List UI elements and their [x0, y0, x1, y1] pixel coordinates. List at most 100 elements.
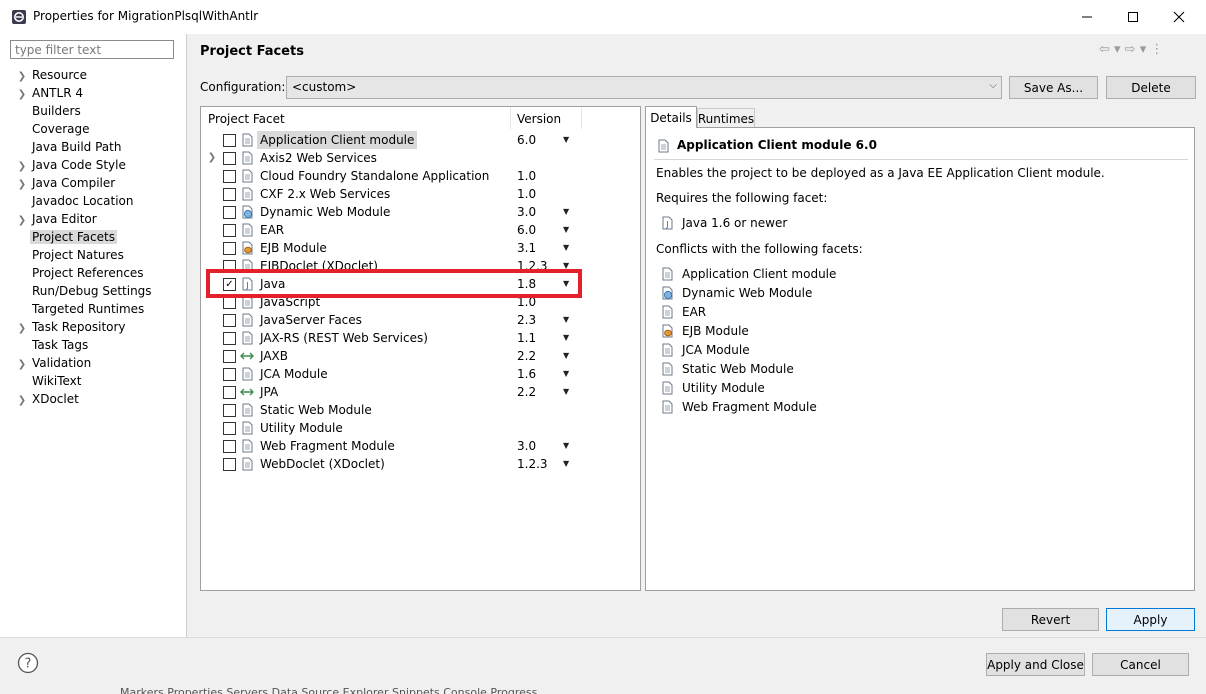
sidebar-item[interactable]: Project Facets [14, 228, 117, 246]
facet-version[interactable]: 3.0 [517, 203, 536, 221]
required-facet-label: Java 1.6 or newer [682, 216, 788, 230]
history-nav-icons[interactable]: ⇦ ▾ ⇨ ▾ ⋮ [1099, 42, 1163, 57]
sidebar-item[interactable]: Project Natures [14, 246, 126, 264]
facet-row[interactable]: EAR 6.0 ▼ [201, 221, 640, 239]
facet-checkbox[interactable] [223, 440, 236, 453]
revert-button[interactable]: Revert [1002, 608, 1099, 631]
facet-version[interactable]: 1.0 [517, 185, 536, 203]
facet-row[interactable]: JAX-RS (REST Web Services) 1.1 ▼ [201, 329, 640, 347]
facet-version[interactable]: 3.0 [517, 437, 536, 455]
sidebar-item[interactable]: ❯ Java Editor [14, 210, 99, 228]
facet-name: Utility Module [260, 421, 343, 435]
facet-checkbox[interactable] [223, 386, 236, 399]
facet-version[interactable]: 2.2 [517, 347, 536, 365]
configuration-select[interactable]: <custom> ⌵ [286, 76, 1002, 99]
sidebar-item[interactable]: ❯ XDoclet [14, 390, 81, 408]
version-dropdown-icon[interactable]: ▼ [563, 239, 569, 257]
sidebar-item[interactable]: Project References [14, 264, 146, 282]
filter-input[interactable]: type filter text [10, 40, 174, 59]
facet-checkbox[interactable] [223, 422, 236, 435]
sidebar-item[interactable]: Targeted Runtimes [14, 300, 146, 318]
sidebar-item[interactable]: Javadoc Location [14, 192, 135, 210]
facet-row[interactable]: Cloud Foundry Standalone Application 1.0 [201, 167, 640, 185]
sidebar-item[interactable]: WikiText [14, 372, 84, 390]
minimize-icon [1082, 16, 1092, 18]
facet-row[interactable]: WebDoclet (XDoclet) 1.2.3 ▼ [201, 455, 640, 473]
chevron-right-icon[interactable]: ❯ [207, 149, 217, 167]
version-dropdown-icon[interactable]: ▼ [563, 455, 569, 473]
facet-version[interactable]: 1.2.3 [517, 455, 548, 473]
sidebar-item[interactable]: ❯ Java Compiler [14, 174, 117, 192]
facet-row[interactable]: JCA Module 1.6 ▼ [201, 365, 640, 383]
facet-row[interactable]: CXF 2.x Web Services 1.0 [201, 185, 640, 203]
version-dropdown-icon[interactable]: ▼ [563, 365, 569, 383]
maximize-button[interactable] [1110, 0, 1156, 34]
facet-version[interactable]: 2.3 [517, 311, 536, 329]
facet-row[interactable]: Static Web Module [201, 401, 640, 419]
facet-row[interactable]: EJB Module 3.1 ▼ [201, 239, 640, 257]
facet-row[interactable]: Application Client module 6.0 ▼ [201, 131, 640, 149]
facet-row[interactable]: JAXB 2.2 ▼ [201, 347, 640, 365]
version-dropdown-icon[interactable]: ▼ [563, 383, 569, 401]
version-dropdown-icon[interactable]: ▼ [563, 203, 569, 221]
facet-checkbox[interactable] [223, 188, 236, 201]
facet-version[interactable]: 6.0 [517, 131, 536, 149]
facet-checkbox[interactable] [223, 404, 236, 417]
facet-checkbox[interactable] [223, 314, 236, 327]
facet-row[interactable]: Dynamic Web Module 3.0 ▼ [201, 203, 640, 221]
sidebar-item[interactable]: Run/Debug Settings [14, 282, 154, 300]
facet-version[interactable]: 1.1 [517, 329, 536, 347]
facet-version[interactable]: 1.0 [517, 167, 536, 185]
version-dropdown-icon[interactable]: ▼ [563, 131, 569, 149]
apply-button[interactable]: Apply [1106, 608, 1195, 631]
facet-checkbox[interactable] [223, 332, 236, 345]
close-button[interactable] [1156, 0, 1202, 34]
facet-checkbox[interactable] [223, 206, 236, 219]
facet-row[interactable]: Utility Module [201, 419, 640, 437]
tab-details[interactable]: Details [645, 106, 697, 128]
sidebar-item[interactable]: Java Build Path [14, 138, 123, 156]
facet-version[interactable]: 3.1 [517, 239, 536, 257]
sidebar-item[interactable]: ❯ ANTLR 4 [14, 84, 85, 102]
facet-checkbox[interactable] [223, 458, 236, 471]
cancel-button[interactable]: Cancel [1092, 653, 1189, 676]
version-dropdown-icon[interactable]: ▼ [563, 311, 569, 329]
facet-checkbox[interactable] [223, 152, 236, 165]
close-icon [1173, 11, 1185, 23]
facet-version[interactable]: 2.2 [517, 383, 536, 401]
save-as-button[interactable]: Save As... [1009, 76, 1098, 99]
version-dropdown-icon[interactable]: ▼ [563, 221, 569, 239]
delete-button[interactable]: Delete [1106, 76, 1196, 99]
required-facet-item: J Java 1.6 or newer [660, 214, 787, 232]
facet-checkbox[interactable] [223, 242, 236, 255]
facet-row[interactable]: JavaServer Faces 2.3 ▼ [201, 311, 640, 329]
sidebar-item[interactable]: Builders [14, 102, 83, 120]
facet-checkbox[interactable] [223, 368, 236, 381]
chevron-right-icon[interactable]: ❯ [14, 392, 30, 410]
version-dropdown-icon[interactable]: ▼ [563, 437, 569, 455]
sidebar-item[interactable]: ❯ Validation [14, 354, 93, 372]
facet-checkbox[interactable] [223, 224, 236, 237]
version-dropdown-icon[interactable]: ▼ [563, 347, 569, 365]
facet-checkbox[interactable] [223, 170, 236, 183]
column-header-version[interactable]: Version [517, 112, 561, 126]
facet-checkbox[interactable] [223, 134, 236, 147]
facet-row[interactable]: Web Fragment Module 3.0 ▼ [201, 437, 640, 455]
sidebar-item[interactable]: ❯ Resource [14, 66, 89, 84]
facet-version[interactable]: 6.0 [517, 221, 536, 239]
sidebar-item[interactable]: ❯ Task Repository [14, 318, 128, 336]
facet-row[interactable]: ❯ Axis2 Web Services [201, 149, 640, 167]
sidebar-item[interactable]: ❯ Java Code Style [14, 156, 128, 174]
facet-checkbox[interactable] [223, 350, 236, 363]
minimize-button[interactable] [1064, 0, 1110, 34]
doc-icon [660, 381, 674, 395]
sidebar-item[interactable]: Coverage [14, 120, 92, 138]
version-dropdown-icon[interactable]: ▼ [563, 329, 569, 347]
apply-and-close-button[interactable]: Apply and Close [986, 653, 1085, 676]
facet-row[interactable]: JPA 2.2 ▼ [201, 383, 640, 401]
facet-version[interactable]: 1.6 [517, 365, 536, 383]
sidebar-item[interactable]: Task Tags [14, 336, 90, 354]
help-icon[interactable]: ? [17, 652, 39, 674]
column-header-facet[interactable]: Project Facet [208, 112, 285, 126]
tab-runtimes[interactable]: Runtimes [697, 108, 755, 128]
